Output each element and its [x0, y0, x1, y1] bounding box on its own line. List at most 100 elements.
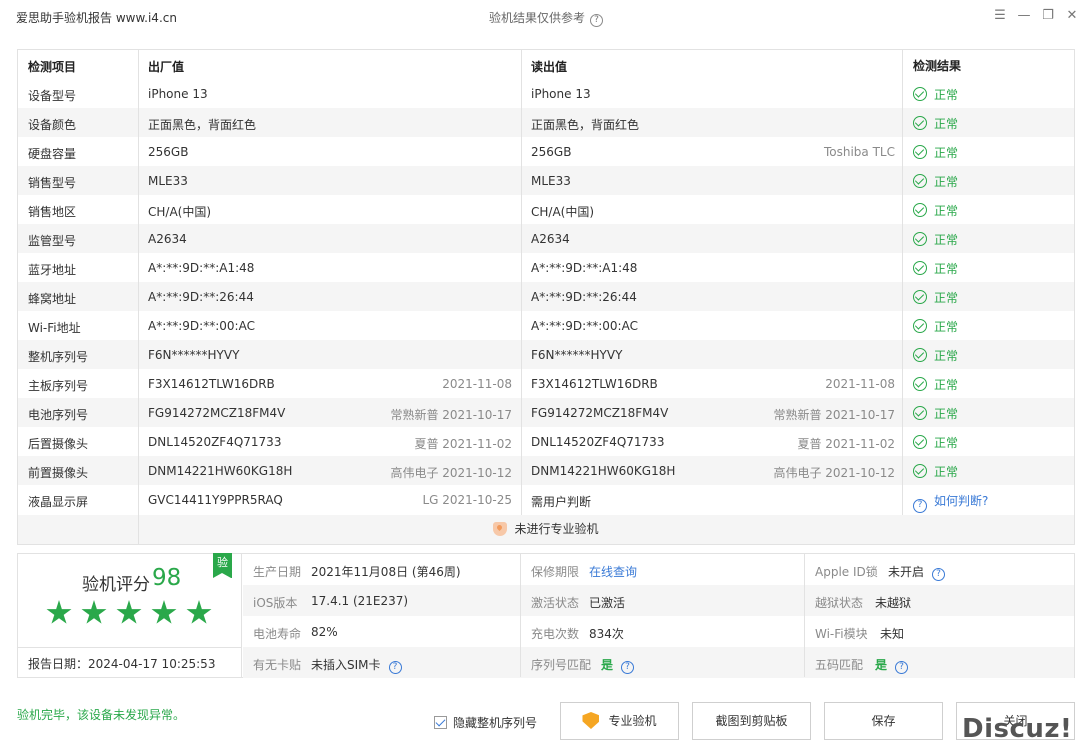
summary-value: 未越狱	[875, 594, 911, 611]
summary-value: 已激活	[589, 594, 625, 611]
result-ok: 正常	[913, 376, 958, 393]
summary-value[interactable]: 在线查询	[589, 563, 637, 580]
minimize-icon[interactable]: —	[1014, 6, 1034, 26]
factory-value: 正面黑色，背面红色	[148, 118, 257, 132]
factory-value: A2634	[148, 232, 187, 246]
score-value: 98	[152, 565, 182, 591]
check-circle-icon	[913, 377, 927, 391]
read-value: A2634	[531, 232, 570, 246]
result-text: 正常	[934, 204, 959, 218]
item-name: Wi-Fi地址	[28, 321, 81, 335]
help-icon[interactable]: ?	[590, 14, 603, 27]
summary-key: 生产日期	[253, 565, 302, 579]
item-name: 蜂窝地址	[28, 292, 77, 306]
result-ok: 正常	[913, 318, 958, 335]
result-ok: 正常	[913, 434, 958, 451]
hide-serial-label: 隐藏整机序列号	[453, 716, 538, 730]
result-text: 正常	[934, 146, 959, 160]
read-value: 正面黑色，背面红色	[531, 118, 640, 132]
close-icon[interactable]: ✕	[1062, 6, 1082, 26]
table-row: 设备颜色 正面黑色，背面红色 正面黑色，背面红色 正常	[18, 108, 1074, 137]
screenshot-button[interactable]: 截图到剪贴板	[692, 702, 811, 740]
result-text: 正常	[934, 349, 959, 363]
title-bar: 爱思助手验机报告 www.i4.cn 验机结果仅供参考? ☰ — ❐ ✕	[0, 0, 1092, 34]
check-circle-icon	[913, 174, 927, 188]
table-row: 销售地区 CH/A(中国) CH/A(中国) 正常	[18, 195, 1074, 224]
shield-icon	[493, 522, 508, 536]
help-icon[interactable]: ?	[895, 661, 909, 674]
result-ok: 正常	[913, 347, 958, 364]
hide-serial-checkbox[interactable]	[434, 716, 447, 729]
table-row: 蓝牙地址 A*:**:9D:**:A1:48 A*:**:9D:**:A1:48 正常	[18, 253, 1074, 282]
result-ok: 正常	[913, 86, 958, 103]
summary-key: 电池寿命	[253, 627, 302, 641]
help-icon[interactable]: ?	[621, 661, 635, 674]
check-circle-icon	[913, 261, 927, 275]
result-ok: 正常	[913, 405, 958, 422]
summary-value: 是?	[601, 656, 635, 674]
result-ok: 正常	[913, 115, 958, 132]
table-row: 电池序列号 FG914272MCZ18FM4V 常熟新普 2021-10-17 FG9…	[18, 398, 1074, 427]
summary-key: Apple ID锁	[815, 565, 878, 579]
score-label: 验机评分	[82, 575, 150, 595]
item-name: 设备颜色	[28, 118, 77, 132]
result-text: 正常	[934, 320, 959, 334]
summary-value: 未开启?	[888, 563, 946, 581]
result-ok: 正常	[913, 289, 958, 306]
summary-value: 17.4.1 (21E237)	[311, 594, 408, 608]
summary-value: 2021年11月08日 (第46周)	[311, 563, 461, 580]
star-rating	[46, 600, 216, 632]
factory-value: 256GB	[148, 145, 189, 159]
check-circle-icon	[913, 348, 927, 362]
result-text: 如何判断?	[934, 494, 989, 508]
column-divider	[521, 50, 522, 515]
read-note: 常熟新普 2021-10-17	[773, 408, 895, 422]
result-how-to-judge[interactable]: ? 如何判断?	[913, 492, 988, 513]
score-box: 验机评分 98 验 报告日期：2024-04-17 10:25:53	[18, 553, 242, 677]
read-value: iPhone 13	[531, 87, 591, 101]
hide-serial-option[interactable]: 隐藏整机序列号	[434, 714, 537, 731]
star-icon	[81, 600, 107, 624]
check-circle-icon	[913, 406, 927, 420]
help-icon[interactable]: ?	[388, 661, 402, 674]
summary-value-text: 17.4.1 (21E237)	[311, 594, 409, 608]
factory-value: iPhone 13	[148, 87, 208, 101]
report-date: 报告日期：2024-04-17 10:25:53	[28, 657, 216, 671]
screenshot-label: 截图到剪贴板	[715, 714, 788, 728]
save-button[interactable]: 保存	[824, 702, 943, 740]
report-disclaimer: 验机结果仅供参考?	[0, 9, 1092, 27]
result-text: 正常	[934, 117, 959, 131]
result-ok: 正常	[913, 463, 958, 480]
summary-value-text: 未知	[880, 627, 905, 641]
check-table: 检测项目 出厂值 读出值 检测结果 设备型号 iPhone 13 iPhone 13…	[17, 49, 1075, 545]
result-ok: 正常	[913, 202, 958, 219]
read-note: 夏普 2021-11-02	[797, 437, 895, 451]
result-text: 正常	[934, 407, 959, 421]
pro-check-note: 未进行专业验机	[18, 515, 1074, 544]
restore-icon[interactable]: ❐	[1038, 6, 1058, 26]
factory-value: CH/A(中国)	[148, 205, 212, 219]
factory-value: A*:**:9D:**:26:44	[148, 290, 254, 304]
result-text: 正常	[934, 465, 959, 479]
summary-key: iOS版本	[253, 596, 298, 610]
star-icon	[116, 600, 142, 624]
summary-value-text: 已激活	[589, 596, 626, 610]
help-icon[interactable]: ?	[932, 568, 946, 581]
item-name: 监管型号	[28, 234, 77, 248]
item-name: 主板序列号	[28, 379, 89, 393]
summary-key: 五码匹配	[815, 658, 864, 672]
save-label: 保存	[871, 714, 896, 728]
header-read: 读出值	[531, 60, 568, 74]
pro-check-button[interactable]: 专业验机	[560, 702, 679, 740]
result-text: 正常	[934, 233, 959, 247]
header-result: 检测结果	[913, 59, 962, 73]
item-name: 销售地区	[28, 205, 77, 219]
table-row: 销售型号 MLE33 MLE33 正常	[18, 166, 1074, 195]
check-circle-icon	[913, 232, 927, 246]
summary-row: 有无卡贴 未插入SIM卡? 序列号匹配是? 五码匹配是?	[243, 647, 1074, 678]
menu-icon[interactable]: ☰	[990, 6, 1010, 26]
factory-note: 高伟电子 2021-10-12	[390, 466, 512, 480]
result-ok: 正常	[913, 260, 958, 277]
summary-key: 保修期限	[531, 565, 580, 579]
table-row: 后置摄像头 DNL14520ZF4Q71733 夏普 2021-11-02 DNL14…	[18, 427, 1074, 456]
